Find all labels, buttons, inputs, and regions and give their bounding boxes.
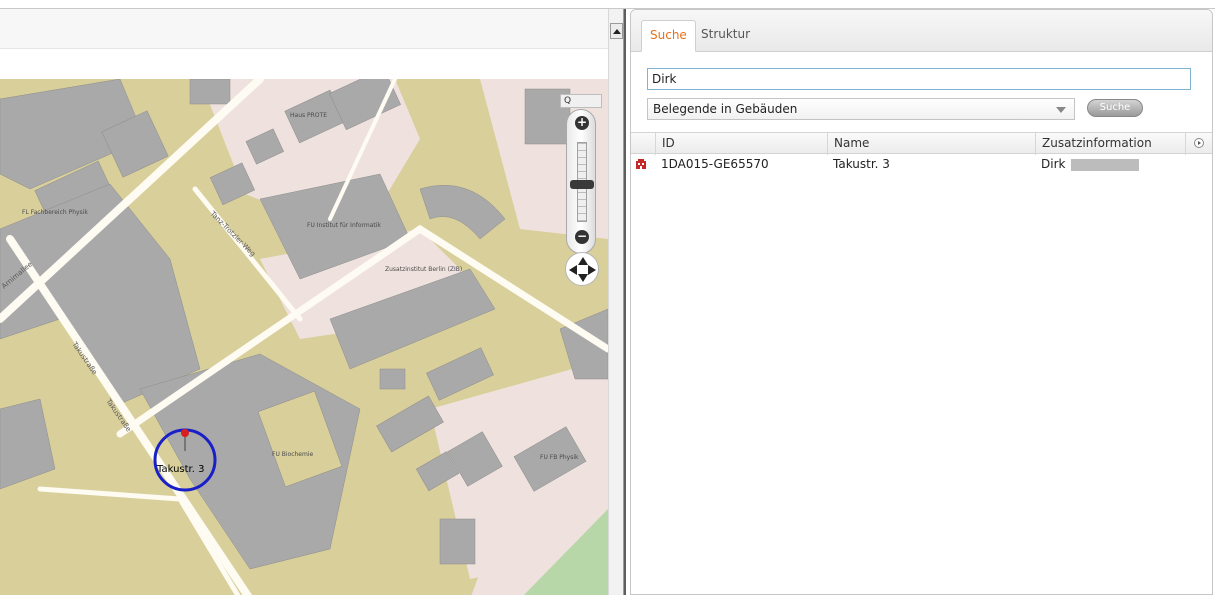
map-building-label: FL Fachbereich Physik <box>22 209 88 216</box>
header-info[interactable]: Zusatzinformation <box>1035 133 1185 155</box>
zoom-bar: + − <box>566 109 596 254</box>
building <box>379 368 406 390</box>
search-input[interactable] <box>647 68 1191 90</box>
building <box>189 79 231 105</box>
search-panel: Suche Struktur Belegende in Gebäuden Suc… <box>630 9 1213 595</box>
redacted-block <box>1071 158 1140 171</box>
building <box>439 518 476 565</box>
filter-select[interactable]: Belegende in Gebäuden <box>647 98 1075 120</box>
header-icon-col <box>631 133 655 155</box>
pan-right-icon[interactable] <box>588 265 596 275</box>
results-header: ID Name Zusatzinformation <box>631 132 1212 155</box>
pan-down-icon[interactable] <box>578 274 588 282</box>
map-canvas[interactable]: Haus PROTE FL Fachbereich Physik FU Inst… <box>0 79 608 595</box>
map-svg[interactable]: Haus PROTE FL Fachbereich Physik FU Inst… <box>0 79 608 595</box>
map-building-label: FU Biochemie <box>272 451 314 458</box>
scroll-up-icon[interactable] <box>610 23 623 39</box>
zoom-out-icon[interactable]: − <box>575 230 589 244</box>
map-building-label: FU FB Physik <box>540 454 579 461</box>
zoom-search-icon[interactable]: Q <box>560 94 602 108</box>
marker-label: Takustr. 3 <box>156 464 204 475</box>
zoom-slider-thumb[interactable] <box>570 180 594 189</box>
map-panel[interactable]: Haus PROTE FL Fachbereich Physik FU Inst… <box>0 9 608 595</box>
header-name[interactable]: Name <box>827 133 1035 155</box>
row-id: 1DA015-GE65570 <box>661 157 769 171</box>
pan-left-icon[interactable] <box>569 265 577 275</box>
chevron-down-icon[interactable] <box>1056 107 1066 113</box>
map-building-label: Zusatzinstitut Berlin (ZIB) <box>385 266 462 273</box>
column-menu[interactable] <box>1185 133 1212 155</box>
header-id[interactable]: ID <box>655 133 827 155</box>
row-info: Dirk <box>1035 154 1140 176</box>
panel-splitter[interactable] <box>624 9 626 595</box>
pan-control[interactable] <box>565 252 599 286</box>
map-toolbar <box>0 9 608 49</box>
tab-bar: Suche Struktur <box>631 10 1212 52</box>
row-name: Takustr. 3 <box>833 157 890 171</box>
zoom-in-icon[interactable]: + <box>575 116 589 130</box>
filter-select-value: Belegende in Gebäuden <box>653 102 798 116</box>
map-building-label: FU Institut für Informatik <box>307 222 381 229</box>
search-button[interactable]: Suche <box>1087 99 1143 117</box>
map-scrollbar[interactable] <box>608 9 624 595</box>
pan-up-icon[interactable] <box>578 257 588 265</box>
zoom-control[interactable]: Q + − <box>560 94 602 294</box>
building-icon <box>636 159 646 169</box>
table-row[interactable]: 1DA015-GE65570 Takustr. 3 Dirk <box>631 154 1212 176</box>
tab-struktur[interactable]: Struktur <box>693 20 758 52</box>
map-building-label: Haus PROTE <box>290 112 327 119</box>
row-info-text: Dirk <box>1041 157 1066 171</box>
tab-suche[interactable]: Suche <box>641 20 696 52</box>
column-menu-icon[interactable] <box>1194 138 1204 148</box>
